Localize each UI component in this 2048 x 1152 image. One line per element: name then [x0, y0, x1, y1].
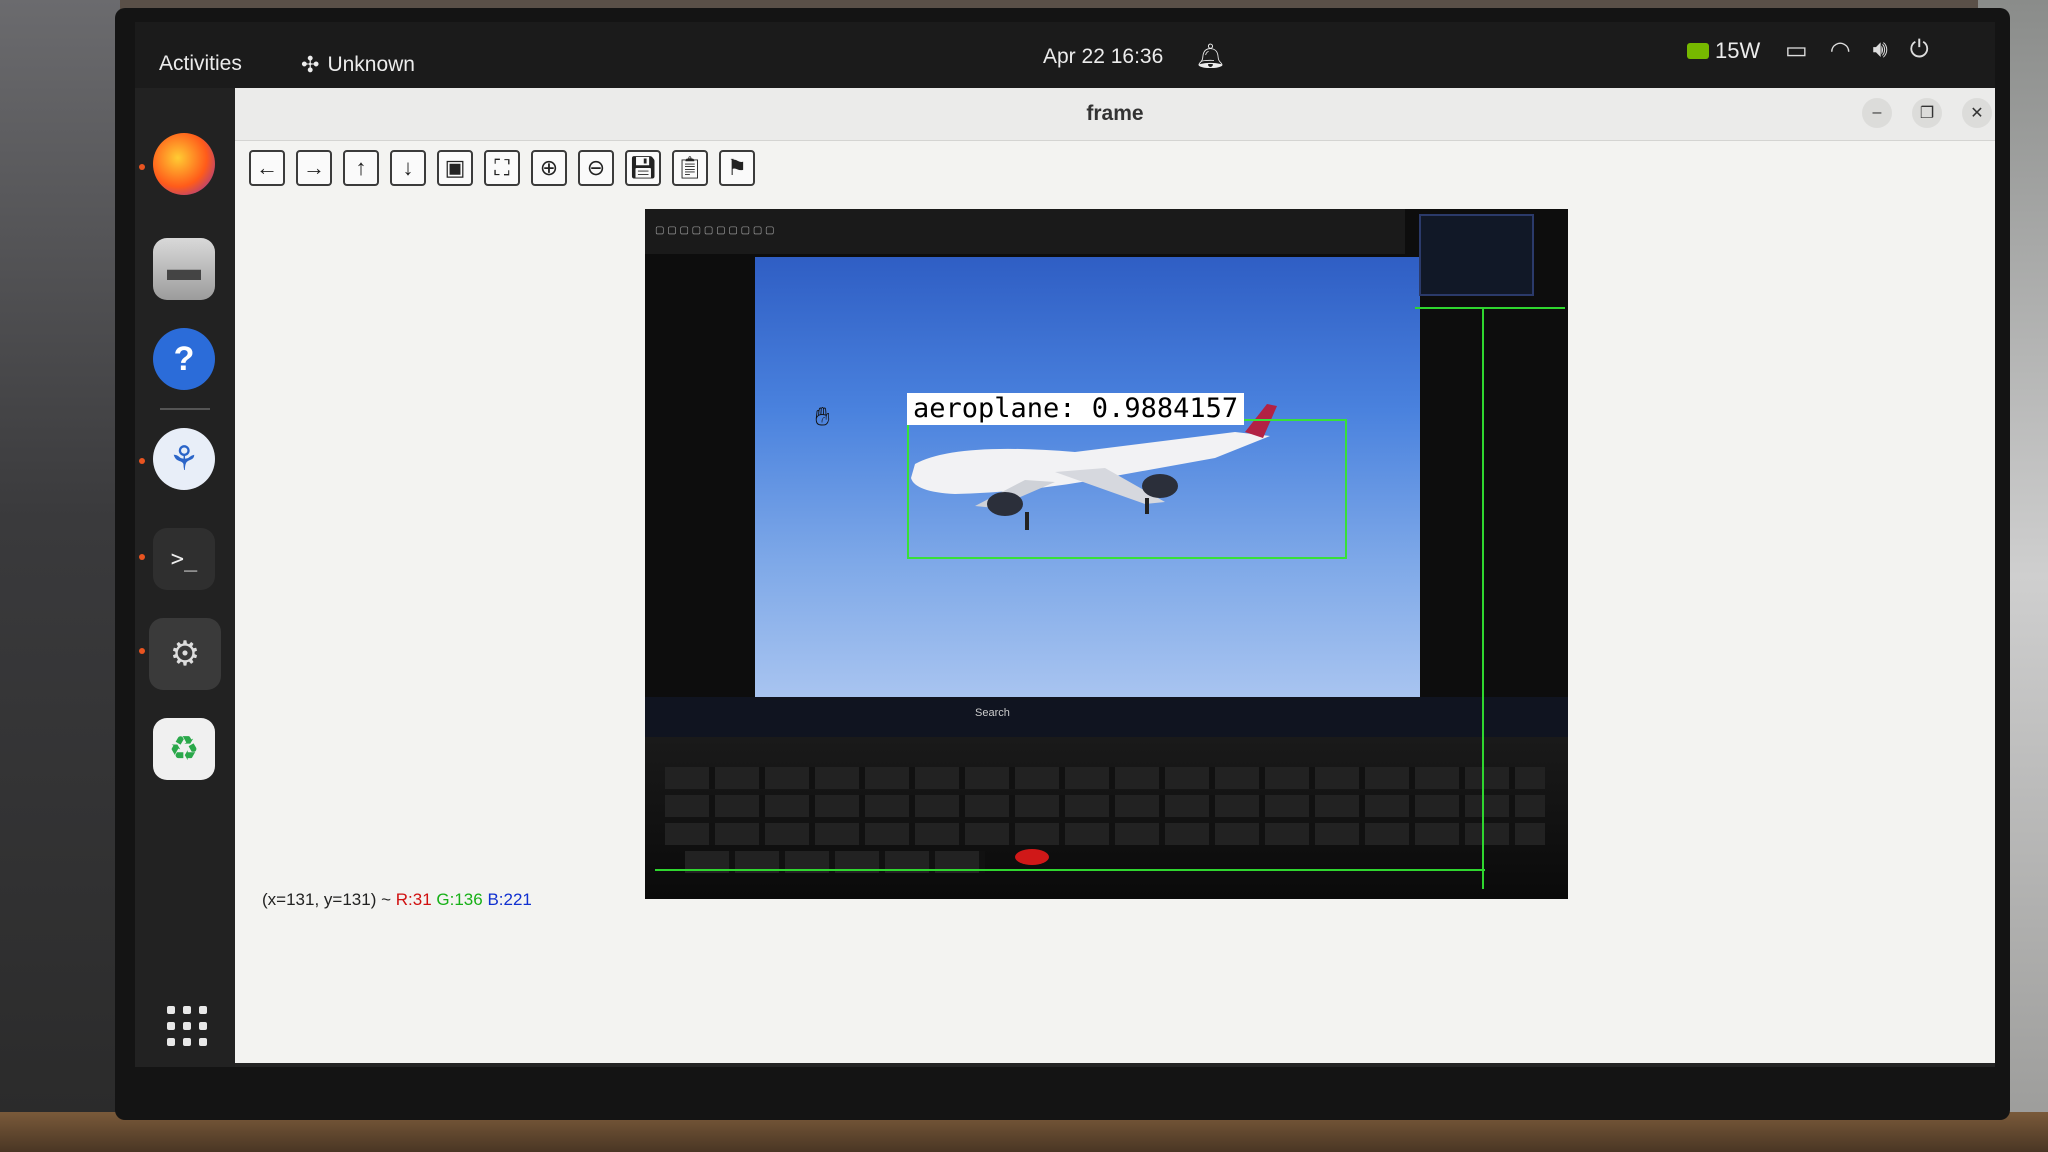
laptop-search: Search	[975, 707, 1010, 719]
titlebar[interactable]: frame – ❐ ✕	[235, 88, 1995, 141]
pixel-coords: (x=131, y=131) ~	[262, 890, 396, 909]
dock-separator	[160, 408, 210, 410]
zoom-out-icon[interactable]: ⊖	[578, 150, 614, 186]
arrow-right-icon[interactable]: →	[296, 150, 332, 186]
key-row	[665, 823, 1545, 845]
app-name: Unknown	[327, 53, 415, 76]
running-indicator	[139, 458, 145, 464]
trackpoint	[1015, 849, 1049, 865]
display-icon: ▭	[1785, 37, 1808, 64]
laptop-taskbar: Search	[645, 697, 1568, 737]
detection-box	[907, 419, 1347, 559]
close-icon[interactable]: ✕	[1962, 98, 1992, 128]
trash-icon[interactable]: ♻	[153, 718, 215, 780]
firefox-icon[interactable]	[153, 133, 215, 195]
zoom-original-icon[interactable]: ⛶	[484, 150, 520, 186]
pixel-g: G:136	[436, 890, 483, 909]
gpu-power: 15W	[1715, 38, 1761, 63]
green-line	[1482, 309, 1484, 889]
settings-icon[interactable]: ⚙	[149, 618, 221, 690]
help-icon[interactable]: ?	[153, 328, 215, 390]
running-indicator	[139, 164, 145, 170]
files-icon[interactable]: ▬	[153, 238, 215, 300]
laptop-keyboard	[645, 737, 1568, 899]
app-menu[interactable]: ✣ Unknown	[301, 52, 415, 78]
activities-button[interactable]: Activities	[159, 52, 242, 76]
vscodium-icon[interactable]: ⚘	[153, 428, 215, 490]
arrow-left-icon[interactable]: ←	[249, 150, 285, 186]
webcam-preview	[1419, 214, 1534, 296]
arrow-up-icon[interactable]: ↑	[343, 150, 379, 186]
dock: ▬ ? ⚘ >_ ⚙ ♻	[135, 88, 235, 1067]
screen: Activities ✣ Unknown Apr 22 16:36 🔔︎ 15W…	[135, 22, 1995, 1067]
bookmarks-blur: ▢ ▢ ▢ ▢ ▢ ▢ ▢ ▢ ▢ ▢	[655, 225, 775, 236]
nvidia-icon	[1687, 43, 1709, 59]
copy-icon[interactable]: 📋︎	[672, 150, 708, 186]
browser-bookmarks-strip: ▢ ▢ ▢ ▢ ▢ ▢ ▢ ▢ ▢ ▢	[645, 209, 1405, 254]
zoom-in-icon[interactable]: ⊕	[531, 150, 567, 186]
arrow-down-icon[interactable]: ↓	[390, 150, 426, 186]
maximize-icon[interactable]: ❐	[1912, 98, 1942, 128]
show-apps-icon[interactable]	[167, 1006, 207, 1046]
frame-window: frame – ❐ ✕ ← → ↑ ↓ ▣ ⛶ ⊕ ⊖ 💾︎ 📋︎ ⚑ ▢ ▢ …	[235, 88, 1995, 1063]
pixel-b: B:221	[487, 890, 532, 909]
status-bar: (x=131, y=131) ~ R:31 G:136 B:221	[262, 890, 532, 910]
app-icon: ✣	[301, 52, 320, 77]
power-icon: ⏻	[1909, 36, 1929, 63]
system-menu[interactable]: ▭ ◠ 🔊︎ ⏻	[1785, 36, 1929, 65]
properties-icon[interactable]: ⚑	[719, 150, 755, 186]
key-row	[665, 767, 1545, 789]
save-icon[interactable]: 💾︎	[625, 150, 661, 186]
room-background-left	[0, 0, 120, 1152]
hand-cursor-icon: ✋︎	[815, 401, 830, 431]
wifi-icon: ◠	[1829, 37, 1851, 64]
top-bar: Activities ✣ Unknown Apr 22 16:36 🔔︎ 15W…	[135, 22, 1995, 88]
green-line	[1415, 307, 1565, 309]
terminal-icon[interactable]: >_	[153, 528, 215, 590]
toolbar: ← → ↑ ↓ ▣ ⛶ ⊕ ⊖ 💾︎ 📋︎ ⚑	[249, 150, 755, 186]
gpu-indicator[interactable]: 15W	[1687, 38, 1760, 64]
minimize-icon[interactable]: –	[1862, 98, 1892, 128]
key-row	[665, 795, 1545, 817]
volume-icon: 🔊︎	[1872, 36, 1888, 63]
running-indicator	[139, 554, 145, 560]
green-line	[655, 869, 1485, 871]
pixel-r: R:31	[395, 890, 432, 909]
window-title: frame	[1086, 102, 1144, 125]
bell-icon[interactable]: 🔔︎	[1195, 42, 1225, 71]
clock[interactable]: Apr 22 16:36	[1043, 45, 1163, 69]
zoom-fit-icon[interactable]: ▣	[437, 150, 473, 186]
camera-frame[interactable]: ▢ ▢ ▢ ▢ ▢ ▢ ▢ ▢ ▢ ▢ aeroplane: 0.9884157…	[645, 209, 1568, 899]
detection-label: aeroplane: 0.9884157	[907, 393, 1245, 425]
running-indicator	[139, 648, 145, 654]
